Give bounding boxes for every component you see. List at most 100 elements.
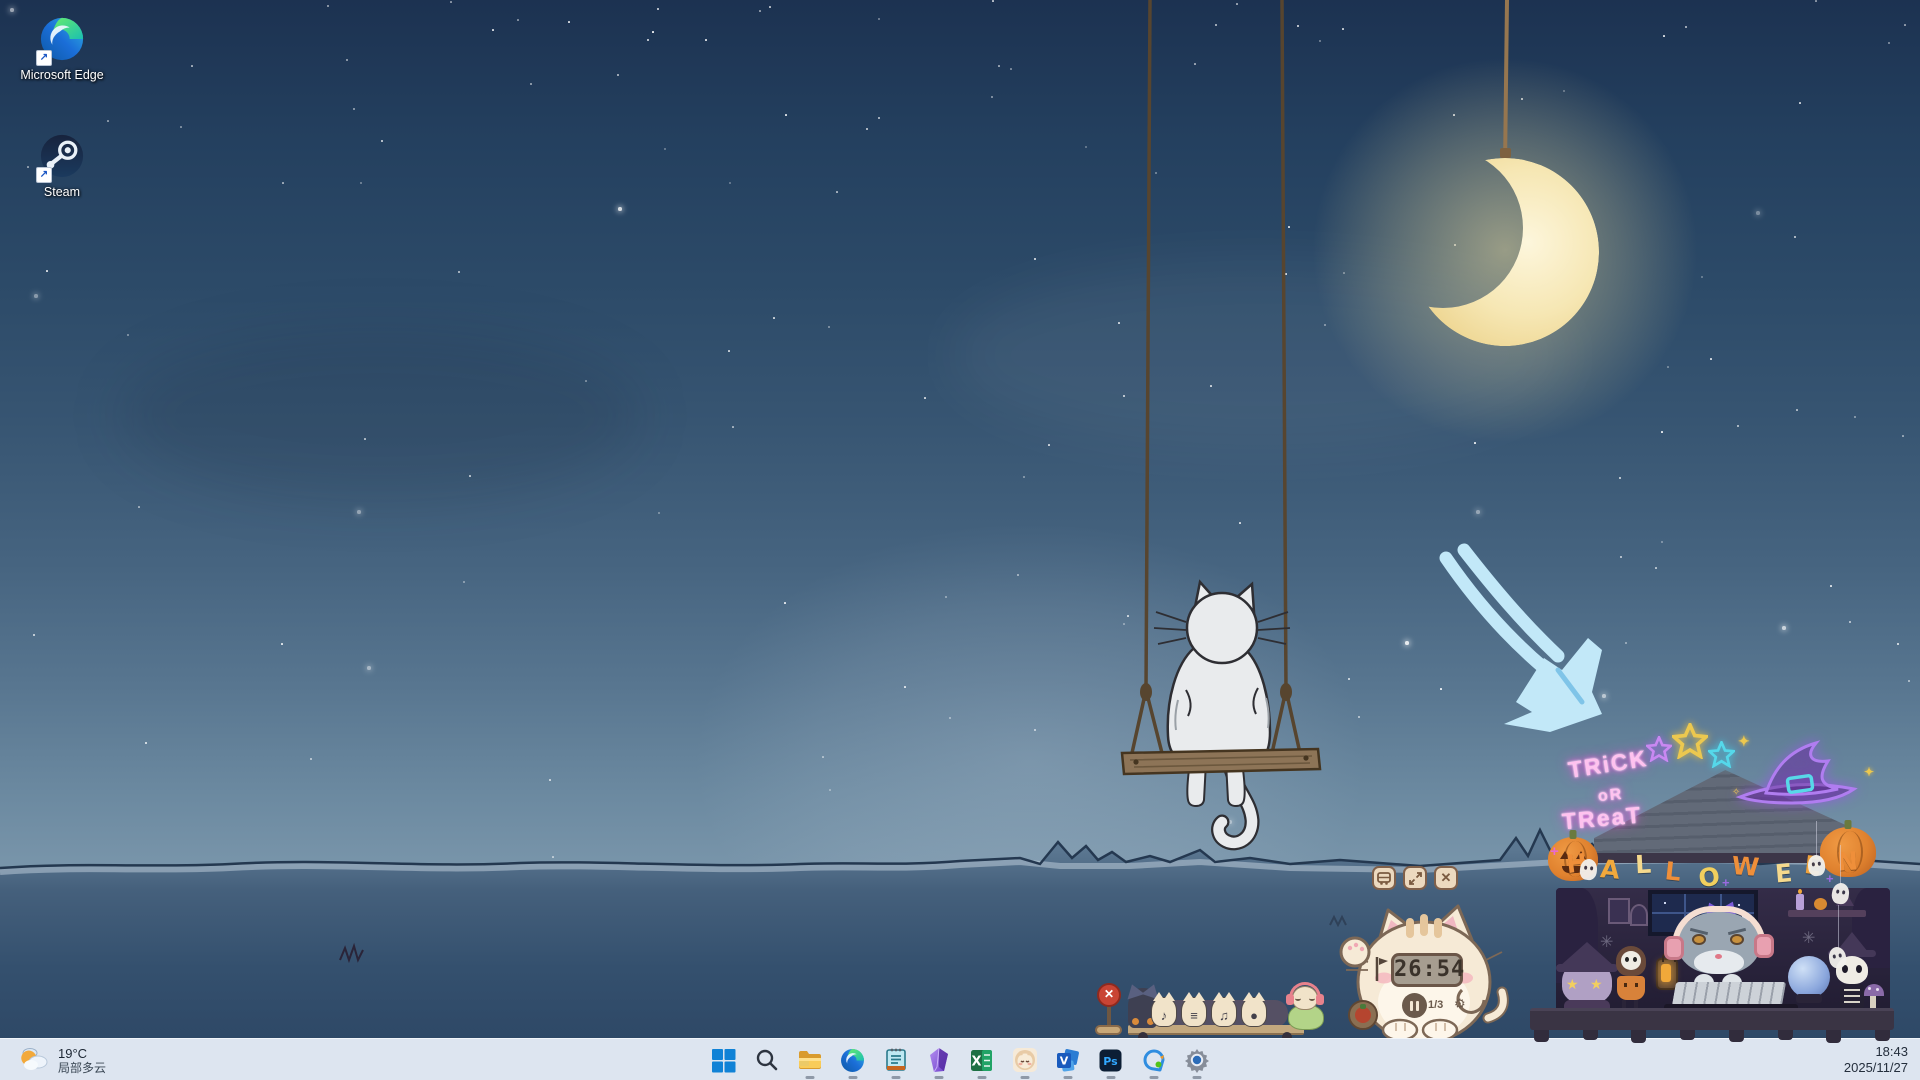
gear-icon[interactable]: ⚙	[1454, 996, 1466, 1012]
keyboard	[1672, 982, 1786, 1006]
star	[1897, 643, 1899, 645]
shelf	[1788, 910, 1866, 917]
desktop-icon-steam[interactable]: ↗ Steam	[14, 133, 110, 200]
taskbar-qq-chat-button[interactable]	[1132, 1039, 1175, 1080]
arrow-annotation	[1420, 530, 1630, 750]
taskbar-edge-button[interactable]	[831, 1039, 874, 1080]
star	[728, 350, 730, 352]
windows-start-icon	[711, 1048, 736, 1073]
star	[34, 294, 38, 298]
moon-illustration	[1390, 0, 1630, 370]
clock-date: 2025/11/27	[1844, 1060, 1908, 1076]
star	[381, 140, 383, 142]
taskbar-weather-widget[interactable]: 19°C 局部多云	[14, 1043, 112, 1077]
cat-button-disc[interactable]: ●	[1241, 997, 1267, 1027]
neon-witch-hat-icon	[1734, 739, 1860, 813]
star	[1085, 146, 1087, 148]
taskbar-visio-button[interactable]: V	[1046, 1039, 1089, 1080]
star	[138, 506, 140, 508]
platform	[1530, 1008, 1894, 1030]
gear-icon	[1184, 1047, 1210, 1073]
star	[469, 475, 471, 477]
cat-button-music-note[interactable]: ♪	[1151, 997, 1177, 1027]
star	[10, 8, 14, 12]
star	[1830, 585, 1832, 587]
star	[1796, 409, 1798, 411]
crystal-ball	[1788, 956, 1830, 998]
star	[1794, 236, 1796, 238]
taskbar-pet-cat-app-button[interactable]	[1003, 1039, 1046, 1080]
desktop-icon-label: Steam	[14, 185, 110, 200]
star	[1815, 0, 1817, 2]
star	[729, 182, 731, 184]
cat-button-playlist[interactable]: ≡	[1181, 997, 1207, 1027]
star	[1023, 476, 1025, 478]
star	[1799, 102, 1801, 104]
cat-button-music-notes[interactable]: ♫	[1211, 997, 1237, 1027]
edge-icon	[840, 1048, 865, 1073]
star	[585, 380, 587, 382]
star	[759, 10, 761, 12]
taskbar-settings-button[interactable]	[1175, 1039, 1218, 1080]
taskbar-start-button[interactable]	[702, 1039, 745, 1080]
star	[769, 6, 771, 8]
star	[327, 5, 329, 7]
shortcut-arrow-icon: ↗	[36, 50, 52, 66]
star	[618, 207, 622, 211]
star	[367, 666, 371, 670]
star	[705, 39, 707, 41]
file-explorer-icon	[797, 1047, 823, 1073]
banner-letter: A	[1599, 854, 1621, 885]
skeleton-girl	[1612, 946, 1650, 1010]
flag-icon	[1374, 956, 1390, 982]
star	[652, 31, 654, 33]
taskbar-apps: X V	[702, 1039, 1218, 1080]
star	[107, 120, 109, 122]
star	[991, 96, 993, 98]
desktop-icon-edge[interactable]: ↗ Microsoft Edge	[14, 16, 110, 83]
star	[364, 438, 366, 440]
banner-letter: L	[1635, 850, 1652, 880]
taskbar-notepad-button[interactable]	[874, 1039, 917, 1080]
star	[1663, 35, 1665, 37]
expand-button[interactable]	[1403, 866, 1427, 890]
star	[1904, 24, 1906, 26]
star	[992, 0, 994, 2]
star	[1010, 68, 1012, 70]
svg-text:X: X	[971, 1054, 981, 1069]
star	[568, 21, 570, 23]
star	[357, 510, 361, 514]
desktop-icon-label: Microsoft Edge	[14, 68, 110, 83]
taskbar-obsidian-button[interactable]	[917, 1039, 960, 1080]
star	[191, 65, 193, 67]
star	[828, 326, 830, 328]
star	[1902, 435, 1904, 437]
taskbar-search-button[interactable]	[745, 1039, 788, 1080]
star	[785, 114, 787, 116]
star	[463, 581, 465, 583]
pomodoro-cat-widget[interactable]: ✕	[1338, 858, 1510, 1038]
mushroom	[1864, 984, 1884, 996]
ghost	[1579, 858, 1598, 881]
neon-star-purple-icon	[1646, 736, 1672, 762]
star	[310, 758, 312, 760]
picture-frame	[1630, 904, 1648, 926]
svg-text:V: V	[1060, 1054, 1069, 1067]
stop-sign-button[interactable]: ✕	[1097, 983, 1121, 1007]
taskbar-photoshop-button[interactable]: Ps	[1089, 1039, 1132, 1080]
taskbar-excel-button[interactable]: X	[960, 1039, 1003, 1080]
session-progress: 1/3	[1428, 999, 1443, 1011]
dock-panel-button[interactable]	[1372, 866, 1396, 890]
visio-icon: V	[1055, 1048, 1080, 1073]
halloween-widget[interactable]: TRiCK oR TReaT ✦ ✦ ✧ HALLOWEEN + +	[1526, 725, 1898, 1050]
close-button[interactable]: ✕	[1434, 866, 1458, 890]
star	[1854, 416, 1856, 418]
star	[145, 742, 147, 744]
star	[878, 117, 880, 119]
neon-star-yellow-icon	[1672, 723, 1708, 759]
tomato-badge[interactable]	[1348, 1000, 1378, 1030]
excel-icon: X	[969, 1048, 994, 1073]
taskbar-file-explorer-button[interactable]	[788, 1039, 831, 1080]
pause-button[interactable]	[1402, 993, 1427, 1018]
cat-music-bar-widget[interactable]: ✕ ♪ ≡ ♫ ●	[1086, 978, 1328, 1040]
